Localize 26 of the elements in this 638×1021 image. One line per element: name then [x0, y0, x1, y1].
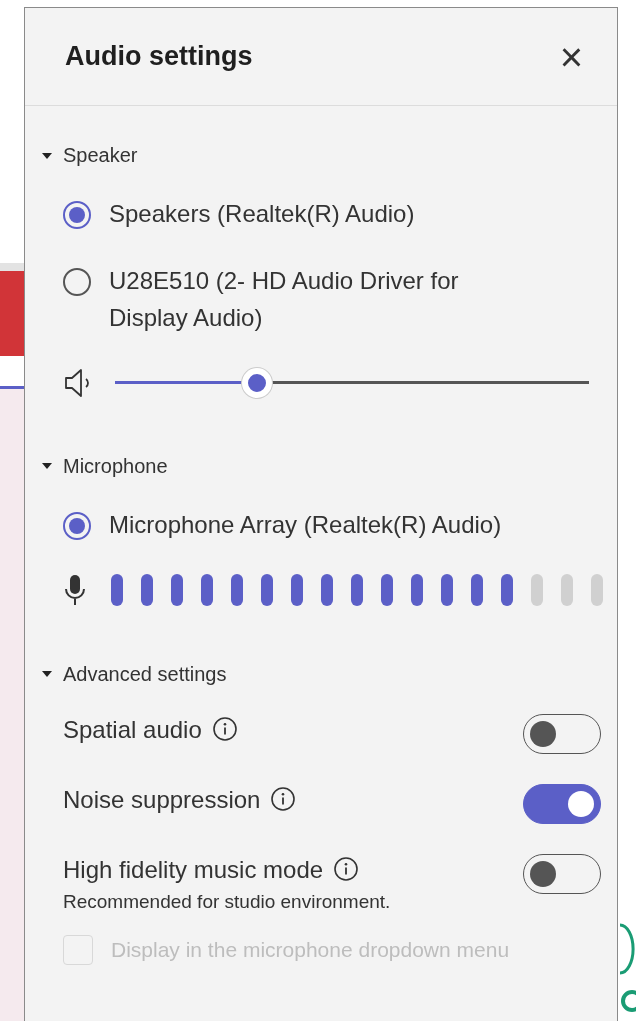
setting-label: High fidelity music mode [63, 854, 324, 885]
section-header[interactable]: Microphone [63, 454, 168, 478]
section-header[interactable]: Advanced settings [63, 662, 227, 686]
caret-icon [41, 462, 53, 471]
setting-note: Recommended for studio environment. [63, 891, 391, 913]
section-header[interactable]: Speaker [63, 144, 138, 168]
microphone-icon [63, 572, 87, 607]
info-icon[interactable] [270, 786, 297, 813]
radio-button[interactable] [63, 511, 91, 540]
info-icon[interactable] [211, 716, 238, 743]
caret-icon [41, 670, 53, 679]
toggle-switch[interactable] [523, 783, 601, 824]
setting-label: Spatial audio [63, 714, 202, 745]
background-bar [0, 263, 24, 271]
setting-label: Noise suppression [63, 784, 261, 815]
close-button[interactable]: × [555, 36, 587, 77]
device-option[interactable]: Microphone Array (Realtek(R) Audio) [109, 505, 502, 543]
info-icon[interactable] [333, 856, 360, 883]
slider-thumb[interactable] [242, 367, 273, 398]
device-option[interactable]: Speakers (Realtek(R) Audio) [109, 195, 415, 233]
radio-button[interactable] [63, 201, 91, 230]
volume-slider[interactable] [115, 366, 589, 399]
panel-title: Audio settings [65, 41, 253, 73]
caret-icon [41, 151, 53, 160]
device-option[interactable]: U28E510 (2- HD Audio Driver for Display Audio) [109, 262, 509, 337]
radio-button[interactable] [63, 268, 91, 297]
